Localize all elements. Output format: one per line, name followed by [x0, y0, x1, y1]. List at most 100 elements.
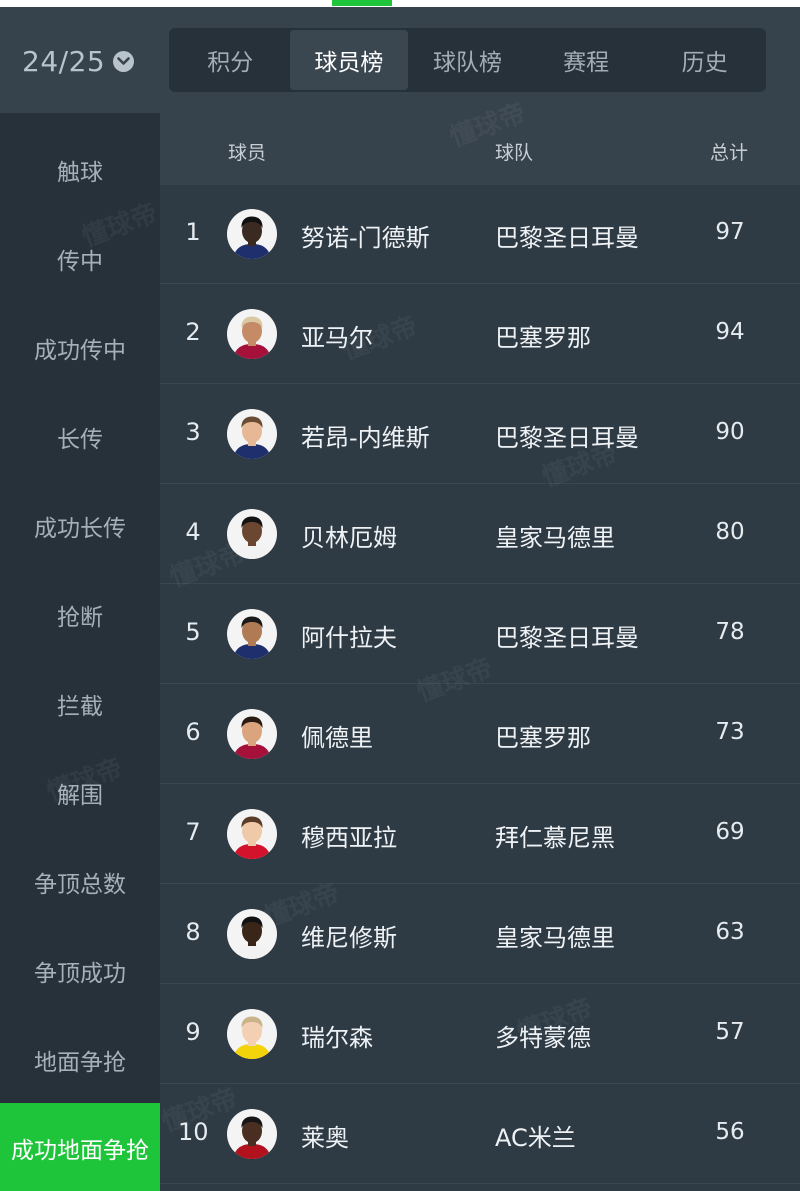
table-row[interactable]: 6 佩德里 巴塞罗那 73: [160, 685, 800, 784]
team-name[interactable]: 巴塞罗那: [495, 718, 591, 753]
player-name[interactable]: 阿什拉夫: [301, 618, 397, 653]
header: 24/25 积分 球员榜 球队榜 赛程 历史: [0, 7, 800, 113]
total-value: 97: [715, 219, 745, 245]
table-row[interactable]: 5 阿什拉夫 巴黎圣日耳曼 78: [160, 585, 800, 684]
player-avatar: [227, 809, 277, 859]
total-value: 57: [715, 1019, 745, 1045]
team-name[interactable]: 巴塞罗那: [495, 318, 591, 353]
tab-bar: 积分 球员榜 球队榜 赛程 历史: [169, 28, 766, 92]
player-avatar: [227, 1009, 277, 1059]
table-row[interactable]: 9 瑞尔森 多特蒙德 57: [160, 985, 800, 1084]
player-photo-icon: [233, 1116, 271, 1159]
total-value: 73: [715, 719, 745, 745]
column-header-player: 球员: [228, 142, 267, 164]
player-photo-icon: [233, 416, 271, 459]
sidebar-item-successful-long-passes[interactable]: 成功长传: [0, 481, 160, 570]
player-photo-icon: [233, 516, 271, 559]
team-name[interactable]: 皇家马德里: [495, 918, 615, 953]
player-photo-icon: [233, 1016, 271, 1059]
rank-number: 3: [185, 418, 201, 446]
chevron-down-icon: [113, 50, 135, 72]
team-name[interactable]: AC米兰: [495, 1118, 576, 1153]
column-header-total: 总计: [710, 142, 749, 164]
team-name[interactable]: 巴黎圣日耳曼: [495, 418, 639, 453]
table-row[interactable]: 7 穆西亚拉 拜仁慕尼黑 69: [160, 785, 800, 884]
top-active-indicator: [332, 0, 392, 6]
table-row[interactable]: 2 亚马尔 巴塞罗那 94: [160, 285, 800, 384]
sidebar-item-long-passes[interactable]: 长传: [0, 392, 160, 481]
sidebar-item-crosses[interactable]: 传中: [0, 214, 160, 303]
rank-number: 10: [178, 1118, 209, 1146]
rank-number: 4: [185, 518, 201, 546]
player-name[interactable]: 佩德里: [301, 718, 373, 753]
tab-standings[interactable]: 积分: [171, 30, 290, 90]
team-name[interactable]: 拜仁慕尼黑: [495, 818, 615, 853]
player-avatar: [227, 509, 277, 559]
player-avatar: [227, 1109, 277, 1159]
sidebar-item-ground-duels-won[interactable]: 成功地面争抢: [0, 1103, 160, 1191]
sidebar-item-successful-crosses[interactable]: 成功传中: [0, 303, 160, 392]
rank-number: 6: [185, 718, 201, 746]
rank-number: 5: [185, 618, 201, 646]
player-avatar: [227, 709, 277, 759]
tab-history[interactable]: 历史: [645, 30, 764, 90]
player-avatar: [227, 909, 277, 959]
rank-number: 7: [185, 818, 201, 846]
player-name[interactable]: 莱奥: [301, 1118, 349, 1153]
rank-number: 1: [185, 218, 201, 246]
season-label: 24/25: [22, 44, 106, 78]
tab-schedule[interactable]: 赛程: [527, 30, 646, 90]
player-photo-icon: [233, 816, 271, 859]
rank-number: 8: [185, 918, 201, 946]
total-value: 90: [715, 419, 745, 445]
player-avatar: [227, 409, 277, 459]
total-value: 56: [715, 1119, 745, 1145]
sidebar-item-ground-duels[interactable]: 地面争抢: [0, 1015, 160, 1104]
player-name[interactable]: 努诺-门德斯: [301, 218, 430, 253]
total-value: 69: [715, 819, 745, 845]
total-value: 94: [715, 319, 745, 345]
stat-category-sidebar: 触球 传中 成功传中 长传 成功长传 抢断 拦截 解围 争顶总数 争顶成功 地面…: [0, 113, 160, 1191]
player-photo-icon: [233, 316, 271, 359]
top-strip: [0, 0, 800, 7]
player-avatar: [227, 209, 277, 259]
player-name[interactable]: 若昂-内维斯: [301, 418, 430, 453]
rank-number: 9: [185, 1018, 201, 1046]
player-avatar: [227, 309, 277, 359]
player-name[interactable]: 亚马尔: [301, 318, 373, 353]
table-row[interactable]: 8 维尼修斯 皇家马德里 63: [160, 885, 800, 984]
page: 24/25 积分 球员榜 球队榜 赛程 历史 触球 传中 成功传中 长传 成功长…: [0, 0, 800, 1191]
player-photo-icon: [233, 616, 271, 659]
rank-number: 2: [185, 318, 201, 346]
sidebar-item-aerial-duels-won[interactable]: 争顶成功: [0, 926, 160, 1015]
sidebar-item-interceptions[interactable]: 拦截: [0, 659, 160, 748]
sidebar-item-aerial-duels[interactable]: 争顶总数: [0, 837, 160, 926]
total-value: 80: [715, 519, 745, 545]
table-row[interactable]: 4 贝林厄姆 皇家马德里 80: [160, 485, 800, 584]
tab-team-rankings[interactable]: 球队榜: [408, 30, 527, 90]
player-name[interactable]: 穆西亚拉: [301, 818, 397, 853]
season-selector[interactable]: 24/25: [22, 43, 135, 79]
team-name[interactable]: 巴黎圣日耳曼: [495, 218, 639, 253]
total-value: 63: [715, 919, 745, 945]
sidebar-item-touches[interactable]: 触球: [0, 125, 160, 214]
total-value: 78: [715, 619, 745, 645]
player-name[interactable]: 维尼修斯: [301, 918, 397, 953]
table-row[interactable]: 3 若昂-内维斯 巴黎圣日耳曼 90: [160, 385, 800, 484]
sidebar-item-clearances[interactable]: 解围: [0, 748, 160, 837]
team-name[interactable]: 巴黎圣日耳曼: [495, 618, 639, 653]
player-name[interactable]: 瑞尔森: [301, 1018, 373, 1053]
player-photo-icon: [233, 216, 271, 259]
table-row[interactable]: 1 努诺-门德斯 巴黎圣日耳曼 97: [160, 185, 800, 284]
table-row[interactable]: 10 莱奥 AC米兰 56: [160, 1085, 800, 1184]
tab-player-rankings[interactable]: 球员榜: [289, 30, 409, 90]
player-avatar: [227, 609, 277, 659]
player-photo-icon: [233, 916, 271, 959]
column-header-team: 球队: [495, 142, 534, 164]
player-name[interactable]: 贝林厄姆: [301, 518, 397, 553]
player-ranking-table: 球员 球队 总计 1 努诺-门德斯 巴黎圣日耳曼 97 2 亚马尔 巴塞罗那 94 3 若昂-内维…: [160, 113, 800, 1191]
team-name[interactable]: 皇家马德里: [495, 518, 615, 553]
team-name[interactable]: 多特蒙德: [495, 1018, 591, 1053]
sidebar-item-tackles[interactable]: 抢断: [0, 570, 160, 659]
table-header: 球员 球队 总计: [160, 113, 800, 185]
